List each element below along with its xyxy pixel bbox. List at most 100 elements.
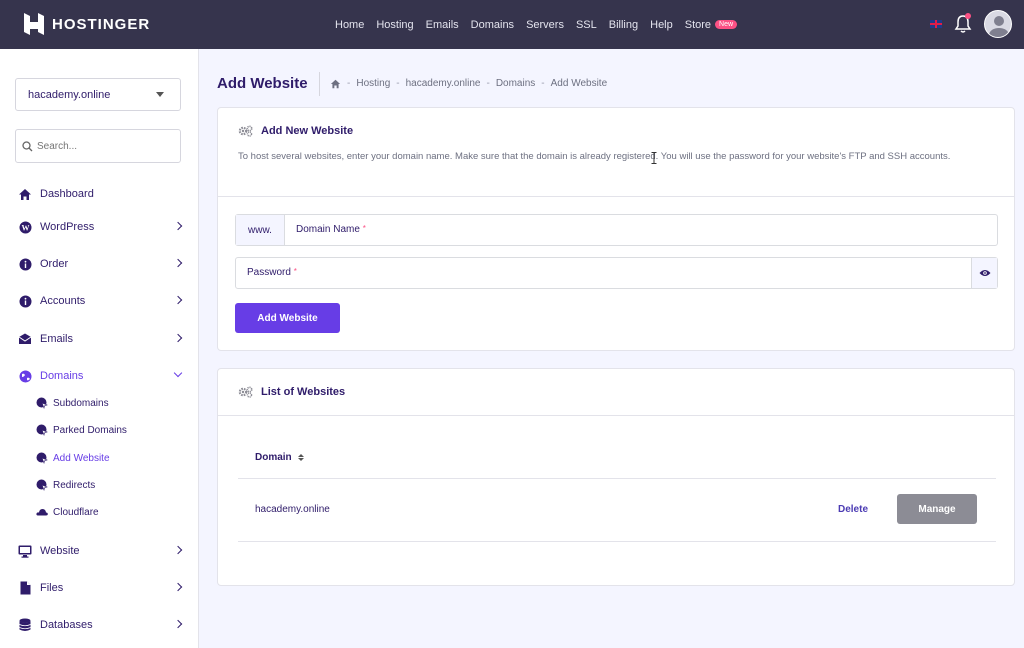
- sidebar-item-label: Dashboard: [40, 188, 94, 200]
- add-website-description: To host several websites, enter your dom…: [238, 151, 951, 162]
- main-nav: Home Hosting Emails Domains Servers SSL …: [335, 0, 738, 49]
- chevron-right-icon: [173, 258, 183, 268]
- password-input[interactable]: [236, 258, 971, 288]
- sidebar: hacademy.online Dashboard W WordPress Or…: [0, 49, 199, 648]
- globe-cursor-icon: [36, 397, 48, 409]
- svg-text:W: W: [21, 223, 29, 232]
- sidebar-search: [15, 129, 181, 163]
- nav-emails[interactable]: Emails: [426, 19, 459, 31]
- chevron-right-icon: [173, 619, 183, 629]
- list-card-title: List of Websites: [238, 386, 345, 398]
- cloud-icon: [36, 506, 48, 518]
- sidebar-item-order[interactable]: Order: [0, 250, 199, 278]
- sidebar-item-label: Domains: [40, 370, 84, 382]
- sidebar-item-accounts[interactable]: Accounts: [0, 287, 199, 315]
- sidebar-item-website[interactable]: Website: [0, 537, 199, 565]
- gears-icon: [238, 125, 253, 137]
- sidebar-item-files[interactable]: Files: [0, 574, 199, 602]
- sidebar-item-wordpress[interactable]: W WordPress: [0, 213, 199, 241]
- add-website-card: Add New Website To host several websites…: [217, 107, 1015, 351]
- database-icon: [18, 618, 32, 632]
- envelope-icon: [18, 332, 32, 346]
- card-title-text: Add New Website: [261, 125, 354, 137]
- sidebar-item-label: Website: [40, 545, 80, 557]
- hostinger-logo-icon: [24, 13, 44, 35]
- card-divider: [218, 415, 1014, 416]
- home-icon: [18, 187, 32, 201]
- table-divider: [238, 541, 996, 542]
- nav-servers[interactable]: Servers: [526, 19, 564, 31]
- domain-input-group: www. Domain Name *: [235, 214, 998, 246]
- breadcrumb-domains[interactable]: Domains: [496, 78, 535, 89]
- toggle-password-visibility[interactable]: [971, 258, 997, 288]
- breadcrumb-separator: -: [347, 78, 351, 89]
- domain-name-input[interactable]: [285, 215, 997, 245]
- sidebar-item-dashboard[interactable]: Dashboard: [0, 180, 199, 208]
- sidebar-subitem-add-website[interactable]: Add Website: [36, 448, 110, 468]
- page-title: Add Website: [217, 75, 308, 92]
- home-icon[interactable]: [330, 79, 341, 89]
- brand-logo[interactable]: HOSTINGER: [24, 13, 150, 35]
- nav-billing[interactable]: Billing: [609, 19, 638, 31]
- monitor-icon: [18, 544, 32, 558]
- sidebar-item-label: WordPress: [40, 221, 95, 233]
- card-title-text: List of Websites: [261, 386, 346, 398]
- manage-website-button[interactable]: Manage: [897, 494, 977, 524]
- caret-down-icon: [156, 92, 164, 97]
- breadcrumb-separator: -: [396, 78, 400, 89]
- subitem-label: Subdomains: [53, 397, 109, 409]
- breadcrumb: - Hosting - hacademy.online - Domains - …: [330, 78, 607, 89]
- title-divider: [319, 72, 320, 96]
- top-right-actions: [930, 10, 1012, 38]
- site-selector[interactable]: hacademy.online: [15, 78, 181, 111]
- add-website-button[interactable]: Add Website: [235, 303, 340, 333]
- chevron-right-icon: [173, 295, 183, 305]
- sidebar-subitem-redirects[interactable]: Redirects: [36, 475, 95, 495]
- sidebar-subitem-parked-domains[interactable]: Parked Domains: [36, 420, 127, 440]
- sidebar-subitem-cloudflare[interactable]: Cloudflare: [36, 502, 99, 522]
- top-navbar: HOSTINGER Home Hosting Emails Domains Se…: [0, 0, 1024, 49]
- sidebar-item-label: Emails: [40, 333, 74, 345]
- nav-ssl[interactable]: SSL: [576, 19, 597, 31]
- nav-hosting[interactable]: Hosting: [376, 19, 413, 31]
- sidebar-subitem-subdomains[interactable]: Subdomains: [36, 393, 109, 413]
- nav-help[interactable]: Help: [650, 19, 673, 31]
- sidebar-item-emails[interactable]: Emails: [0, 325, 199, 353]
- chevron-right-icon: [173, 545, 183, 555]
- breadcrumb-site[interactable]: hacademy.online: [406, 78, 481, 89]
- subitem-label: Cloudflare: [53, 506, 99, 518]
- nav-store[interactable]: Store New: [684, 18, 738, 31]
- sidebar-item-label: Databases: [40, 619, 93, 631]
- globe-cursor-icon: [36, 424, 48, 436]
- info-icon: [18, 257, 32, 271]
- delete-website-link[interactable]: Delete: [838, 504, 868, 515]
- websites-list-card: List of Websites Domain hacademy.online …: [217, 368, 1015, 586]
- chevron-right-icon: [173, 221, 183, 231]
- sidebar-item-domains[interactable]: Domains: [0, 362, 199, 390]
- eye-icon: [979, 270, 990, 276]
- brand-name: HOSTINGER: [52, 15, 151, 33]
- uk-flag-icon[interactable]: [930, 20, 942, 28]
- sidebar-item-label: Accounts: [40, 295, 86, 307]
- subitem-label: Redirects: [53, 479, 96, 491]
- file-icon: [18, 581, 32, 595]
- nav-domains[interactable]: Domains: [471, 19, 514, 31]
- wordpress-icon: W: [18, 220, 32, 234]
- nav-store-label: Store: [684, 18, 712, 31]
- website-domain: hacademy.online: [255, 504, 330, 515]
- user-avatar[interactable]: [984, 10, 1012, 38]
- sidebar-item-databases[interactable]: Databases: [0, 611, 199, 639]
- text-cursor-icon: [651, 152, 657, 164]
- gears-icon: [238, 386, 253, 398]
- column-header-domain[interactable]: Domain: [255, 452, 304, 463]
- subitem-label: Parked Domains: [53, 424, 127, 436]
- site-selector-value: hacademy.online: [28, 88, 111, 101]
- breadcrumb-hosting[interactable]: Hosting: [356, 78, 390, 89]
- nav-home[interactable]: Home: [335, 19, 364, 31]
- subitem-label: Add Website: [53, 452, 110, 464]
- breadcrumb-current: Add Website: [550, 78, 608, 89]
- sidebar-search-input[interactable]: [37, 140, 167, 152]
- chevron-right-icon: [173, 582, 183, 592]
- notification-dot: [965, 13, 971, 19]
- notification-bell-icon[interactable]: [954, 13, 972, 34]
